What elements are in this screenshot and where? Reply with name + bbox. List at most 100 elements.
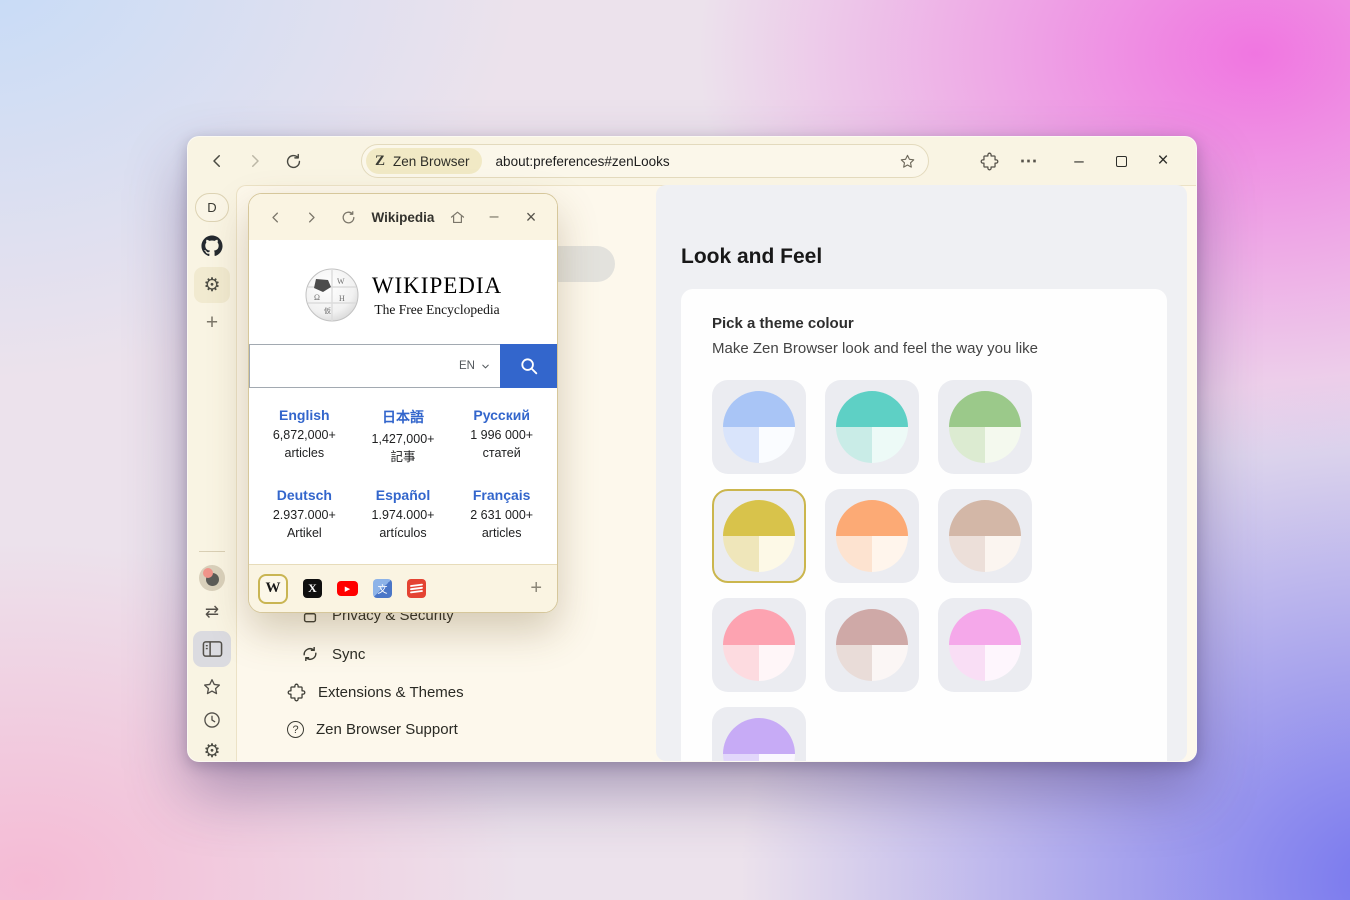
language-link-german[interactable]: Deutsch 2.937.000+Artikel bbox=[255, 487, 354, 542]
wikipedia-shortcut-active[interactable]: W bbox=[258, 574, 288, 604]
language-link-japanese[interactable]: 日本語 1,427,000+記事 bbox=[354, 407, 453, 466]
swap-arrows-icon: ⇄ bbox=[205, 602, 219, 622]
theme-tile-magenta[interactable] bbox=[938, 598, 1032, 692]
mini-reload-button[interactable] bbox=[335, 203, 363, 231]
theme-tile-pink[interactable] bbox=[712, 598, 806, 692]
theme-swatch bbox=[949, 500, 1021, 572]
nav-label: Extensions & Themes bbox=[318, 684, 464, 701]
app-menu-button[interactable]: ⋯ bbox=[1013, 145, 1045, 177]
theme-tile-yellow[interactable] bbox=[712, 489, 806, 583]
youtube-shortcut[interactable]: ▶ bbox=[337, 581, 358, 596]
chevron-left-icon bbox=[268, 210, 283, 225]
minimize-icon: – bbox=[1074, 151, 1083, 171]
youtube-play-icon: ▶ bbox=[345, 585, 350, 593]
sidebar-panel-icon bbox=[202, 640, 223, 658]
language-link-spanish[interactable]: Español 1.974.000+artículos bbox=[354, 487, 453, 542]
theme-colour-grid bbox=[712, 380, 1167, 762]
settings-content-panel: Look and Feel Pick a theme colour Make Z… bbox=[656, 185, 1187, 761]
sidebar-item-support[interactable]: ? Zen Browser Support bbox=[287, 721, 458, 738]
language-link-russian[interactable]: Русский 1 996 000+статей bbox=[452, 407, 551, 466]
workspace-indicator[interactable]: D bbox=[195, 193, 229, 222]
theme-tile-orange[interactable] bbox=[825, 489, 919, 583]
mini-home-button[interactable] bbox=[443, 203, 471, 231]
maximize-window-button[interactable] bbox=[1105, 145, 1137, 177]
svg-text:H: H bbox=[339, 294, 345, 303]
extensions-button[interactable] bbox=[973, 145, 1005, 177]
minimize-icon: – bbox=[490, 208, 499, 226]
theme-colour-card: Pick a theme colour Make Zen Browser loo… bbox=[681, 289, 1167, 762]
url-bar[interactable]: Z Zen Browser about:preferences#zenLooks bbox=[361, 144, 929, 178]
browser-toolbar: Z Zen Browser about:preferences#zenLooks… bbox=[188, 137, 1196, 185]
svg-text:W: W bbox=[337, 277, 345, 286]
toggle-sidebar-button-active[interactable] bbox=[193, 631, 231, 667]
avatar-dot bbox=[203, 568, 213, 578]
card-subtitle: Make Zen Browser look and feel the way y… bbox=[712, 340, 1167, 357]
more-dots-icon: ⋯ bbox=[1020, 151, 1039, 172]
theme-swatch bbox=[836, 609, 908, 681]
sidebar-divider bbox=[199, 551, 225, 552]
back-button[interactable] bbox=[198, 144, 236, 178]
wikipedia-globe-icon: Ω W H 仮 bbox=[304, 267, 360, 323]
pinned-tab-github[interactable] bbox=[201, 235, 223, 257]
mini-minimize-button[interactable]: – bbox=[480, 203, 508, 231]
language-selector[interactable]: EN bbox=[459, 360, 475, 372]
mini-close-button[interactable]: × bbox=[517, 203, 545, 231]
language-link-english[interactable]: English 6,872,000+articles bbox=[255, 407, 354, 466]
sidebar-item-extensions-themes[interactable]: Extensions & Themes bbox=[287, 683, 464, 702]
toolbar-nav-buttons bbox=[198, 144, 312, 178]
desktop-background: Z Zen Browser about:preferences#zenLooks… bbox=[0, 0, 1350, 900]
url-text: about:preferences#zenLooks bbox=[496, 154, 670, 169]
language-link-french[interactable]: Français 2 631 000+articles bbox=[452, 487, 551, 542]
search-icon bbox=[518, 355, 540, 377]
wikipedia-tagline: The Free Encyclopedia bbox=[372, 302, 502, 318]
search-input[interactable]: EN bbox=[249, 344, 500, 388]
wikipedia-page: Ω W H 仮 WIKIPEDIA The Free Encyclopedia … bbox=[249, 240, 557, 564]
x-icon: X bbox=[308, 581, 317, 596]
reload-button[interactable] bbox=[274, 144, 312, 178]
profile-avatar[interactable] bbox=[199, 565, 225, 591]
mini-forward-button[interactable] bbox=[298, 203, 326, 231]
reload-icon bbox=[284, 152, 303, 171]
wikipedia-wordmark-block: WIKIPEDIA The Free Encyclopedia bbox=[372, 273, 502, 318]
card-title: Pick a theme colour bbox=[712, 315, 1167, 332]
maximize-icon bbox=[1116, 156, 1127, 167]
workspace-switcher-button[interactable]: ⇄ bbox=[205, 602, 219, 622]
clock-icon bbox=[202, 710, 222, 730]
svg-text:Ω: Ω bbox=[314, 293, 320, 302]
search-button[interactable] bbox=[500, 344, 557, 388]
nav-label: Sync bbox=[332, 646, 365, 663]
browser-sidebar: D ⚙ + ⇄ bbox=[188, 185, 236, 761]
github-icon bbox=[201, 235, 223, 257]
google-translate-shortcut[interactable]: 文 bbox=[373, 579, 392, 598]
minimize-window-button[interactable]: – bbox=[1063, 145, 1095, 177]
theme-tile-blue[interactable] bbox=[712, 380, 806, 474]
wikipedia-search-bar: EN bbox=[249, 344, 557, 388]
mini-back-button[interactable] bbox=[261, 203, 289, 231]
theme-tile-teal[interactable] bbox=[825, 380, 919, 474]
theme-tile-tan[interactable] bbox=[938, 489, 1032, 583]
close-icon: × bbox=[526, 207, 537, 228]
chevron-right-icon bbox=[304, 210, 319, 225]
sidebar-item-sync[interactable]: Sync bbox=[300, 644, 365, 664]
todoist-shortcut[interactable] bbox=[407, 579, 426, 598]
reload-icon bbox=[340, 209, 357, 226]
bookmark-star-button[interactable] bbox=[899, 153, 916, 170]
theme-tile-purple[interactable] bbox=[712, 707, 806, 762]
plus-icon: + bbox=[530, 577, 542, 599]
site-identity-badge[interactable]: Z Zen Browser bbox=[366, 148, 482, 174]
new-tab-button[interactable]: + bbox=[206, 312, 218, 333]
forward-button[interactable] bbox=[236, 144, 274, 178]
pinned-tab-settings-active[interactable]: ⚙ bbox=[194, 267, 230, 303]
puzzle-icon bbox=[287, 683, 306, 702]
bookmarks-button[interactable] bbox=[202, 677, 222, 697]
theme-swatch bbox=[723, 391, 795, 463]
theme-swatch bbox=[723, 500, 795, 572]
theme-tile-mauve[interactable] bbox=[825, 598, 919, 692]
theme-tile-green[interactable] bbox=[938, 380, 1032, 474]
history-button[interactable] bbox=[202, 710, 222, 730]
settings-button[interactable]: ⚙ bbox=[203, 742, 220, 761]
x-shortcut[interactable]: X bbox=[303, 579, 322, 598]
nav-label: Zen Browser Support bbox=[316, 721, 458, 738]
add-shortcut-button[interactable]: + bbox=[530, 577, 542, 600]
close-window-button[interactable]: × bbox=[1147, 145, 1179, 177]
